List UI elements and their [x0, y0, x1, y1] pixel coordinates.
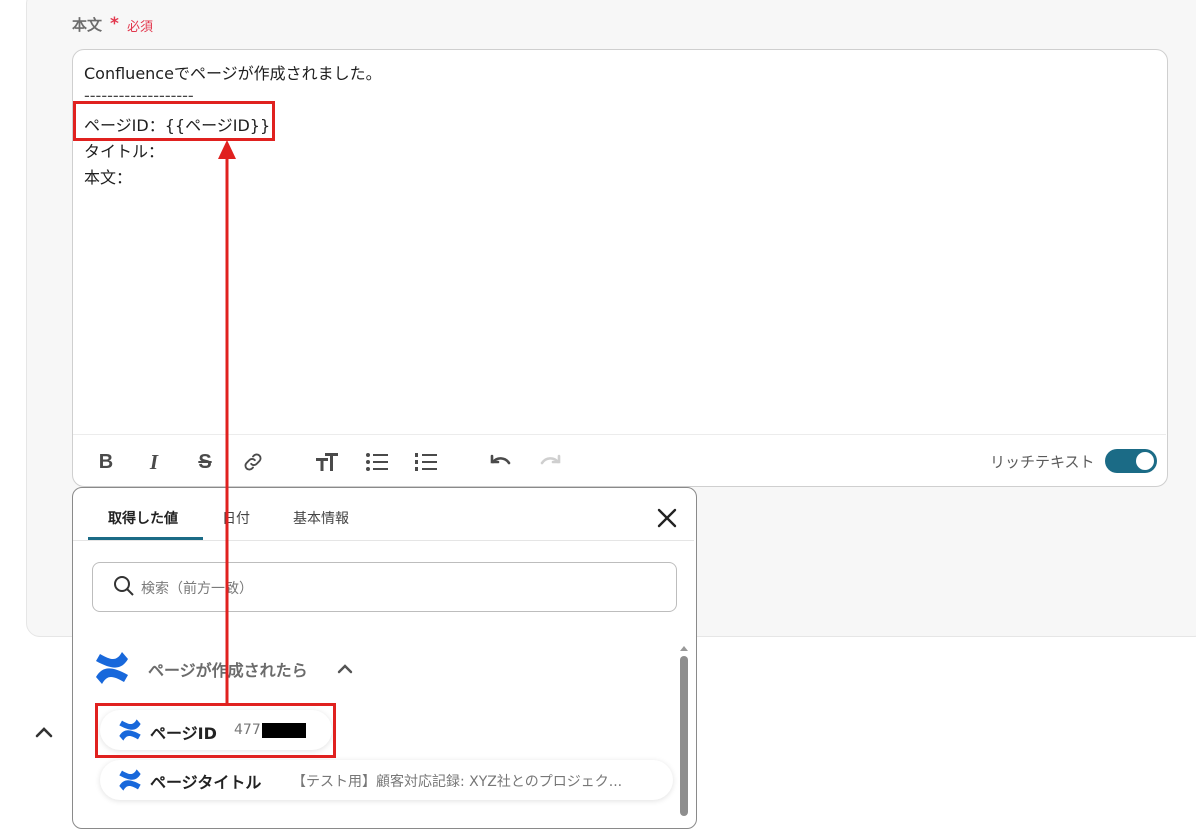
annotation-arrow — [218, 140, 236, 703]
